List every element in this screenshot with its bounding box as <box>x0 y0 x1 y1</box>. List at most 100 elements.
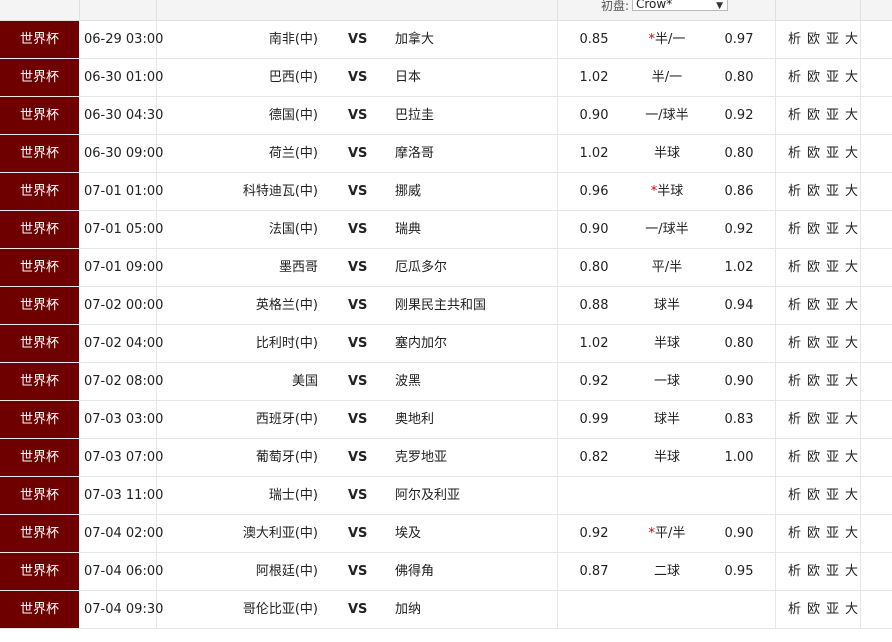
link-europe-odds[interactable]: 欧 <box>807 298 822 313</box>
link-europe-odds[interactable]: 欧 <box>807 184 822 199</box>
link-asia-handicap[interactable]: 亚 <box>826 488 841 503</box>
link-europe-odds[interactable]: 欧 <box>807 602 822 617</box>
link-over-under[interactable]: 大 <box>845 184 860 199</box>
link-asia-handicap[interactable]: 亚 <box>826 298 841 313</box>
away-team[interactable]: 厄瓜多尔 <box>395 249 447 286</box>
home-team[interactable]: 科特迪瓦(中) <box>160 173 318 210</box>
link-analysis[interactable]: 析 <box>788 526 803 541</box>
league-name[interactable]: 世界杯 <box>0 553 79 590</box>
league-name[interactable]: 世界杯 <box>0 135 79 172</box>
home-team[interactable]: 葡萄牙(中) <box>160 439 318 476</box>
link-over-under[interactable]: 大 <box>845 374 860 389</box>
link-europe-odds[interactable]: 欧 <box>807 222 822 237</box>
link-europe-odds[interactable]: 欧 <box>807 564 822 579</box>
link-europe-odds[interactable]: 欧 <box>807 70 822 85</box>
link-analysis[interactable]: 析 <box>788 336 803 351</box>
link-analysis[interactable]: 析 <box>788 70 803 85</box>
away-team[interactable]: 波黑 <box>395 363 421 400</box>
away-team[interactable]: 埃及 <box>395 515 421 552</box>
link-asia-handicap[interactable]: 亚 <box>826 564 841 579</box>
away-team[interactable]: 加纳 <box>395 591 421 628</box>
league-name[interactable]: 世界杯 <box>0 325 79 362</box>
link-asia-handicap[interactable]: 亚 <box>826 450 841 465</box>
league-name[interactable]: 世界杯 <box>0 477 79 514</box>
home-team[interactable]: 西班牙(中) <box>160 401 318 438</box>
league-name[interactable]: 世界杯 <box>0 401 79 438</box>
link-asia-handicap[interactable]: 亚 <box>826 412 841 427</box>
away-team[interactable]: 刚果民主共和国 <box>395 287 486 324</box>
link-europe-odds[interactable]: 欧 <box>807 146 822 161</box>
away-team[interactable]: 瑞典 <box>395 211 421 248</box>
link-asia-handicap[interactable]: 亚 <box>826 526 841 541</box>
link-europe-odds[interactable]: 欧 <box>807 526 822 541</box>
away-team[interactable]: 塞内加尔 <box>395 325 447 362</box>
link-over-under[interactable]: 大 <box>845 70 860 85</box>
link-analysis[interactable]: 析 <box>788 298 803 313</box>
home-team[interactable]: 墨西哥 <box>160 249 318 286</box>
link-europe-odds[interactable]: 欧 <box>807 260 822 275</box>
league-name[interactable]: 世界杯 <box>0 97 79 134</box>
league-name[interactable]: 世界杯 <box>0 287 79 324</box>
link-over-under[interactable]: 大 <box>845 32 860 47</box>
link-analysis[interactable]: 析 <box>788 488 803 503</box>
link-asia-handicap[interactable]: 亚 <box>826 222 841 237</box>
home-team[interactable]: 哥伦比亚(中) <box>160 591 318 628</box>
home-team[interactable]: 英格兰(中) <box>160 287 318 324</box>
away-team[interactable]: 佛得角 <box>395 553 434 590</box>
link-analysis[interactable]: 析 <box>788 108 803 123</box>
league-name[interactable]: 世界杯 <box>0 439 79 476</box>
link-over-under[interactable]: 大 <box>845 260 860 275</box>
link-over-under[interactable]: 大 <box>845 298 860 313</box>
home-team[interactable]: 比利时(中) <box>160 325 318 362</box>
away-team[interactable]: 克罗地亚 <box>395 439 447 476</box>
home-team[interactable]: 德国(中) <box>160 97 318 134</box>
home-team[interactable]: 澳大利亚(中) <box>160 515 318 552</box>
league-name[interactable]: 世界杯 <box>0 591 79 628</box>
link-over-under[interactable]: 大 <box>845 526 860 541</box>
link-europe-odds[interactable]: 欧 <box>807 374 822 389</box>
league-name[interactable]: 世界杯 <box>0 173 79 210</box>
home-team[interactable]: 南非(中) <box>160 21 318 58</box>
home-team[interactable]: 荷兰(中) <box>160 135 318 172</box>
away-team[interactable]: 挪威 <box>395 173 421 210</box>
link-asia-handicap[interactable]: 亚 <box>826 108 841 123</box>
home-team[interactable]: 巴西(中) <box>160 59 318 96</box>
link-asia-handicap[interactable]: 亚 <box>826 146 841 161</box>
link-analysis[interactable]: 析 <box>788 146 803 161</box>
link-asia-handicap[interactable]: 亚 <box>826 32 841 47</box>
home-team[interactable]: 美国 <box>160 363 318 400</box>
link-europe-odds[interactable]: 欧 <box>807 336 822 351</box>
link-analysis[interactable]: 析 <box>788 412 803 427</box>
link-over-under[interactable]: 大 <box>845 564 860 579</box>
away-team[interactable]: 巴拉圭 <box>395 97 434 134</box>
link-asia-handicap[interactable]: 亚 <box>826 374 841 389</box>
link-asia-handicap[interactable]: 亚 <box>826 602 841 617</box>
link-europe-odds[interactable]: 欧 <box>807 32 822 47</box>
company-select[interactable]: Crow* ▼ <box>632 0 728 11</box>
link-analysis[interactable]: 析 <box>788 564 803 579</box>
link-analysis[interactable]: 析 <box>788 222 803 237</box>
away-team[interactable]: 摩洛哥 <box>395 135 434 172</box>
away-team[interactable]: 奥地利 <box>395 401 434 438</box>
link-analysis[interactable]: 析 <box>788 374 803 389</box>
link-asia-handicap[interactable]: 亚 <box>826 336 841 351</box>
link-asia-handicap[interactable]: 亚 <box>826 184 841 199</box>
link-analysis[interactable]: 析 <box>788 260 803 275</box>
link-asia-handicap[interactable]: 亚 <box>826 260 841 275</box>
link-asia-handicap[interactable]: 亚 <box>826 70 841 85</box>
link-over-under[interactable]: 大 <box>845 488 860 503</box>
link-over-under[interactable]: 大 <box>845 450 860 465</box>
link-analysis[interactable]: 析 <box>788 602 803 617</box>
link-europe-odds[interactable]: 欧 <box>807 488 822 503</box>
link-europe-odds[interactable]: 欧 <box>807 450 822 465</box>
home-team[interactable]: 阿根廷(中) <box>160 553 318 590</box>
link-over-under[interactable]: 大 <box>845 336 860 351</box>
league-name[interactable]: 世界杯 <box>0 249 79 286</box>
away-team[interactable]: 日本 <box>395 59 421 96</box>
link-over-under[interactable]: 大 <box>845 412 860 427</box>
link-over-under[interactable]: 大 <box>845 222 860 237</box>
link-over-under[interactable]: 大 <box>845 602 860 617</box>
link-analysis[interactable]: 析 <box>788 184 803 199</box>
league-name[interactable]: 世界杯 <box>0 59 79 96</box>
link-over-under[interactable]: 大 <box>845 146 860 161</box>
